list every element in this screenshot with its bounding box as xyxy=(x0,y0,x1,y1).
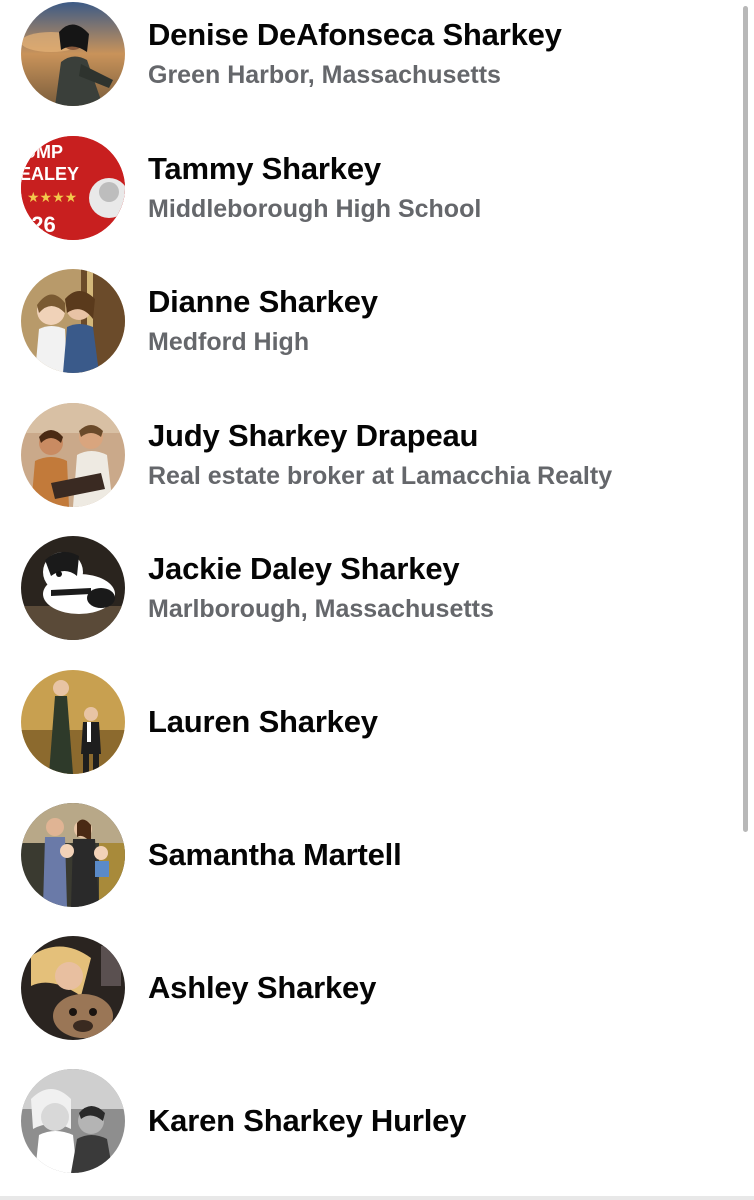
avatar-text: ★★★★ xyxy=(27,190,77,206)
profile-photo-icon[interactable] xyxy=(21,936,125,1040)
person-name[interactable]: Karen Sharkey Hurley xyxy=(148,1103,466,1139)
person-detail: Medford High xyxy=(148,328,310,356)
profile-photo-icon[interactable] xyxy=(21,670,125,774)
profile-photo-icon[interactable] xyxy=(21,536,125,640)
person-detail: Marlborough, Massachusetts xyxy=(148,595,494,623)
person-result-row[interactable]: Judy Sharkey Drapeau Real estate broker … xyxy=(0,401,740,521)
profile-photo-icon[interactable] xyxy=(21,803,125,907)
person-result-row[interactable]: Denise DeAfonseca Sharkey Green Harbor, … xyxy=(0,0,740,120)
person-result-row[interactable]: UMP EALEY ★★★★ 026 Tammy Sharkey Middleb… xyxy=(0,134,740,254)
profile-photo-icon[interactable] xyxy=(21,1069,125,1173)
profile-photo-icon[interactable] xyxy=(21,2,125,106)
person-name[interactable]: Ashley Sharkey xyxy=(148,970,376,1006)
avatar-text: 026 xyxy=(21,212,56,237)
bottom-divider xyxy=(0,1196,754,1200)
person-name[interactable]: Jackie Daley Sharkey xyxy=(148,551,460,587)
person-name[interactable]: Lauren Sharkey xyxy=(148,704,378,740)
person-name[interactable]: Samantha Martell xyxy=(148,837,402,873)
avatar-text: UMP xyxy=(23,142,63,162)
avatar-text: EALEY xyxy=(21,164,79,184)
person-result-row[interactable]: Karen Sharkey Hurley xyxy=(0,1067,740,1187)
person-result-row[interactable]: Dianne Sharkey Medford High xyxy=(0,267,740,387)
profile-photo-icon[interactable] xyxy=(21,269,125,373)
person-detail: Middleborough High School xyxy=(148,195,482,223)
profile-photo-icon[interactable] xyxy=(21,403,125,507)
person-name[interactable]: Tammy Sharkey xyxy=(148,151,381,187)
person-name[interactable]: Denise DeAfonseca Sharkey xyxy=(148,17,562,53)
person-name[interactable]: Judy Sharkey Drapeau xyxy=(148,418,478,454)
person-result-row[interactable]: Samantha Martell xyxy=(0,801,740,921)
person-name[interactable]: Dianne Sharkey xyxy=(148,284,378,320)
person-detail: Real estate broker at Lamacchia Realty xyxy=(148,462,613,490)
person-detail: Green Harbor, Massachusetts xyxy=(148,61,501,89)
person-result-row[interactable]: Ashley Sharkey xyxy=(0,934,740,1054)
profile-photo-icon[interactable]: UMP EALEY ★★★★ 026 xyxy=(21,136,125,240)
person-result-row[interactable]: Lauren Sharkey xyxy=(0,668,740,788)
person-result-row[interactable]: Jackie Daley Sharkey Marlborough, Massac… xyxy=(0,534,740,654)
vertical-scrollbar[interactable] xyxy=(743,6,748,832)
